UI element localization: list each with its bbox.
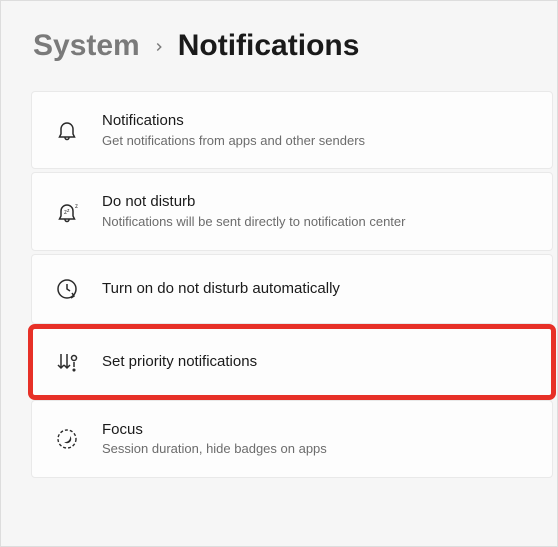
svg-text:z: z bbox=[75, 204, 78, 210]
chevron-right-icon bbox=[152, 37, 166, 60]
item-subtitle: Notifications will be sent directly to n… bbox=[102, 214, 405, 231]
settings-list: Notifications Get notifications from app… bbox=[31, 91, 553, 478]
do-not-disturb-item[interactable]: z z z Do not disturb Notifications will … bbox=[31, 172, 553, 250]
bell-icon bbox=[54, 117, 80, 143]
item-subtitle: Session duration, hide badges on apps bbox=[102, 441, 327, 458]
clock-history-icon bbox=[54, 276, 80, 302]
svg-text:z: z bbox=[67, 208, 70, 214]
item-title: Turn on do not disturb automatically bbox=[102, 279, 340, 299]
breadcrumb: System Notifications bbox=[31, 29, 553, 63]
priority-arrow-icon bbox=[54, 349, 80, 375]
focus-item[interactable]: Focus Session duration, hide badges on a… bbox=[31, 400, 553, 478]
item-title: Set priority notifications bbox=[102, 352, 257, 372]
priority-notifications-item[interactable]: Set priority notifications bbox=[31, 327, 553, 397]
item-title: Notifications bbox=[102, 111, 365, 131]
focus-moon-icon bbox=[54, 426, 80, 452]
breadcrumb-parent[interactable]: System bbox=[33, 29, 140, 63]
notifications-item[interactable]: Notifications Get notifications from app… bbox=[31, 91, 553, 169]
item-subtitle: Get notifications from apps and other se… bbox=[102, 133, 365, 150]
breadcrumb-current: Notifications bbox=[178, 29, 360, 63]
auto-dnd-item[interactable]: Turn on do not disturb automatically bbox=[31, 254, 553, 324]
item-title: Focus bbox=[102, 420, 327, 440]
item-title: Do not disturb bbox=[102, 192, 405, 212]
dnd-bell-icon: z z z bbox=[54, 199, 80, 225]
